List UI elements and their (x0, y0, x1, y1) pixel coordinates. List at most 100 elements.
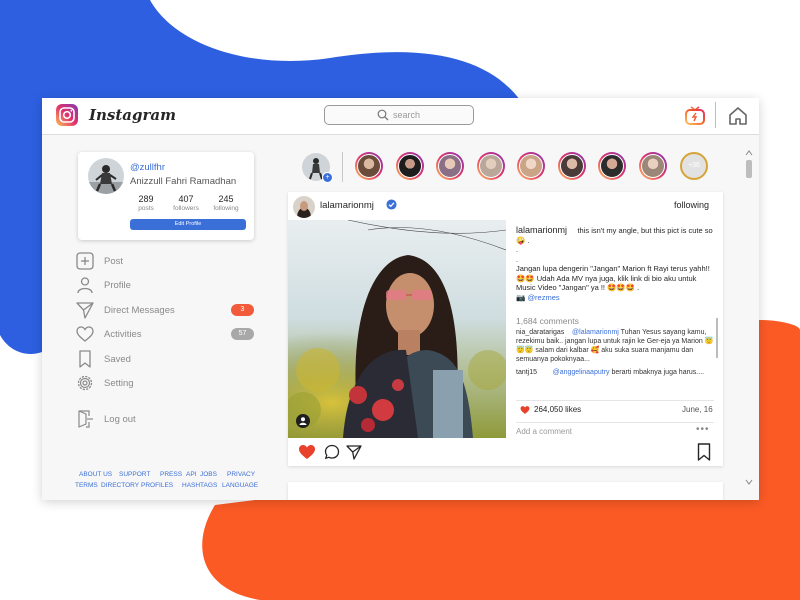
caption-mention[interactable]: @rezmes (527, 293, 559, 302)
instagram-icon[interactable] (56, 104, 78, 126)
story-avatar[interactable] (355, 152, 383, 180)
story-avatar[interactable] (436, 152, 464, 180)
home-icon[interactable] (728, 106, 748, 126)
story-avatar[interactable] (477, 152, 505, 180)
footer-link-support[interactable]: SUPPORT (119, 471, 150, 478)
next-feed-post (288, 482, 723, 500)
story-avatar[interactable] (396, 152, 424, 180)
following-button[interactable]: following (674, 200, 709, 210)
comment-count[interactable]: 1,684 comments (516, 316, 579, 326)
menu-item-post[interactable]: Post (76, 252, 256, 272)
search-box[interactable] (324, 105, 474, 125)
search-icon (377, 109, 389, 121)
logout-icon (78, 410, 93, 428)
menu-label-setting: Setting (104, 378, 134, 389)
posts-label: posts (138, 205, 154, 212)
comment-item: tantj15 @anggelinaaputry berarti mbaknya… (516, 368, 714, 377)
menu-item-activities[interactable]: Activities 57 (76, 325, 256, 345)
paper-plane-icon (76, 302, 94, 319)
user-icon (77, 277, 93, 294)
save-bookmark-icon[interactable] (697, 443, 711, 461)
gear-icon (77, 375, 93, 391)
comment-username[interactable]: nia_daratarigas (516, 329, 564, 336)
posts-stat[interactable]: 289 posts (126, 194, 166, 212)
post-photo[interactable] (288, 220, 506, 438)
menu-item-saved[interactable]: Saved (76, 350, 256, 370)
profile-card: @zullfhr Anizzull Fahri Ramadhan 289 pos… (78, 152, 254, 240)
post-author-username[interactable]: lalamarionmj (320, 200, 374, 211)
footer-link-language[interactable]: LANGUAGE (222, 482, 258, 489)
story-avatar[interactable] (598, 152, 626, 180)
comment-icon[interactable] (324, 444, 340, 460)
tagged-user-icon[interactable] (296, 414, 310, 428)
posts-count: 289 (138, 194, 154, 204)
story-avatar[interactable] (517, 152, 545, 180)
menu-label-activities: Activities (104, 329, 142, 340)
footer-link-jobs[interactable]: JOBS (200, 471, 217, 478)
footer-link-terms[interactable]: TERMS (75, 482, 98, 489)
caption-dot: . (516, 254, 519, 264)
followers-stat[interactable]: 407 followers (166, 194, 206, 212)
avatar[interactable] (88, 158, 124, 194)
footer-link-profiles[interactable]: PROFILES (141, 482, 173, 489)
story-avatar[interactable] (639, 152, 667, 180)
heart-filled-icon (520, 406, 530, 414)
page-scrollbar[interactable] (744, 148, 754, 488)
footer-link-directory[interactable]: DIRECTORY (101, 482, 139, 489)
comment-username[interactable]: tantj15 (516, 369, 537, 376)
top-bar: Instagram (42, 98, 759, 135)
like-heart-icon[interactable] (298, 443, 316, 461)
menu-label-post: Post (104, 256, 124, 267)
feed-post: lalamarionmj following lalamarionmj this… (288, 192, 723, 466)
more-stories-button[interactable]: +36 (680, 152, 708, 180)
menu-item-profile[interactable]: Profile (76, 276, 256, 296)
comments-scrollbar[interactable] (716, 318, 718, 358)
profile-full-name: Anizzull Fahri Ramadhan (130, 176, 237, 187)
add-comment-row: ••• (516, 422, 714, 437)
footer-link-press[interactable]: PRESS (160, 471, 182, 478)
activities-badge: 57 (231, 328, 254, 340)
menu-item-direct-messages[interactable]: Direct Messages 3 (76, 301, 256, 321)
footer-link-api[interactable]: API (186, 471, 196, 478)
footer-link-about-us[interactable]: ABOUT US (79, 471, 112, 478)
menu-item-setting[interactable]: Setting (76, 374, 256, 394)
add-comment-input[interactable] (516, 426, 676, 437)
footer-link-hashtags[interactable]: HASHTAGS (182, 482, 217, 489)
menu-label-direct-messages: Direct Messages (104, 305, 175, 316)
bookmark-icon (79, 350, 91, 368)
comment-text: berarti mbaknya juga harus.... (611, 369, 705, 376)
post-author-avatar[interactable] (293, 196, 315, 218)
edit-profile-button[interactable]: Edit Profile (130, 219, 246, 230)
following-count: 245 (218, 194, 234, 204)
following-stat[interactable]: 245 following (206, 194, 246, 212)
menu-item-log-out[interactable]: Log out (76, 410, 256, 430)
messages-badge: 3 (231, 304, 254, 316)
header-divider (715, 102, 716, 128)
more-options-icon[interactable]: ••• (696, 424, 710, 435)
story-avatar[interactable] (558, 152, 586, 180)
caption-dot: . (516, 245, 519, 254)
igtv-icon[interactable] (684, 104, 706, 126)
comment-mention[interactable]: @anggelinaaputry (553, 369, 610, 376)
following-label: following (213, 205, 239, 212)
comment-mention[interactable]: @lalamarionmj (572, 329, 619, 336)
instagram-window: Instagram search @zullfhr Anizzull Fahri… (42, 98, 759, 500)
heart-icon (76, 326, 94, 342)
blue-blob-left (0, 228, 42, 355)
post-actions (288, 438, 723, 466)
profile-username[interactable]: @zullfhr (130, 162, 165, 173)
search-input[interactable] (393, 108, 471, 122)
footer-link-privacy[interactable]: PRIVACY (227, 471, 255, 478)
likes-count[interactable]: 264,050 likes (534, 405, 581, 414)
followers-count: 407 (178, 194, 194, 204)
caption-username[interactable]: lalamarionmj (516, 225, 567, 235)
add-story-icon[interactable]: + (322, 172, 333, 183)
verified-badge-icon (386, 199, 397, 210)
comment-item: nia_daratarigas @lalamarionmj Tuhan Yesu… (516, 328, 714, 364)
stories-divider (342, 152, 343, 182)
share-paper-plane-icon[interactable] (346, 444, 362, 460)
plus-square-icon (76, 252, 94, 270)
post-date: June, 16 (682, 405, 713, 414)
comment-list: nia_daratarigas @lalamarionmj Tuhan Yesu… (516, 328, 714, 398)
menu-label-log-out: Log out (104, 414, 136, 425)
